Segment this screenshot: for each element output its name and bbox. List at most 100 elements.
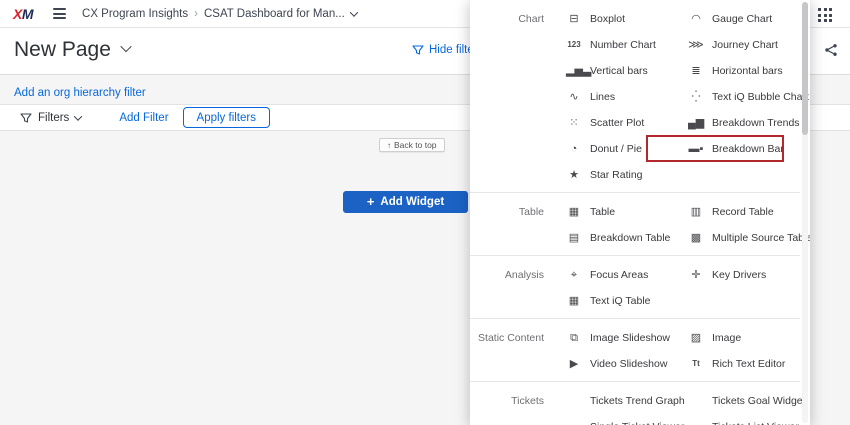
image-slideshow-icon: ⧉ xyxy=(566,333,582,344)
add-org-hierarchy-filter-link[interactable]: Add an org hierarchy filter xyxy=(14,87,146,99)
add-widget-button[interactable]: + Add Widget xyxy=(343,191,468,213)
add-filter-link[interactable]: Add Filter xyxy=(119,112,168,124)
xm-logo[interactable]: XM xyxy=(13,6,33,22)
widget-item-tickets-trend-graph[interactable]: Tickets Trend Graph xyxy=(558,388,680,414)
textiq-table-icon: ▦ xyxy=(566,296,582,307)
multiple-source-table-icon: ▩ xyxy=(688,233,704,244)
widget-item-breakdown-bar[interactable]: ▬▪Breakdown Bar xyxy=(680,136,802,162)
widget-item-tickets-goal-widget[interactable]: Tickets Goal Widget xyxy=(680,388,802,414)
back-to-top-button[interactable]: ↑ Back to top xyxy=(379,138,445,152)
widget-item-star-rating[interactable]: ★Star Rating xyxy=(558,162,680,188)
widget-item-tickets-list-viewer[interactable]: Tickets List Viewer xyxy=(680,414,802,425)
scatter-plot-icon: ⁙ xyxy=(566,118,582,129)
widget-item-label: Focus Areas xyxy=(590,269,648,281)
filters-label: Filters xyxy=(38,112,69,124)
widget-item-label: Video Slideshow xyxy=(590,358,667,370)
widget-item-text-iq-table[interactable]: ▦Text iQ Table xyxy=(558,288,680,314)
widget-item-scatter-plot[interactable]: ⁙Scatter Plot xyxy=(558,110,680,136)
menu-column: Tickets Trend GraphSingle Ticket Viewer xyxy=(558,388,680,425)
widget-item-label: Number Chart xyxy=(590,39,656,51)
widget-item-rich-text-editor[interactable]: TtRich Text Editor xyxy=(680,351,802,377)
widget-item-breakdown-trends[interactable]: ▄▆Breakdown Trends xyxy=(680,110,802,136)
widget-item-label: Horizontal bars xyxy=(712,65,783,77)
widget-item-label: Multiple Source Table xyxy=(712,232,810,244)
xm-logo-x: X xyxy=(13,6,22,22)
section-label: Tickets xyxy=(470,388,558,425)
widget-item-record-table[interactable]: ▥ Record Table xyxy=(680,199,802,225)
rich-text-editor-icon: Tt xyxy=(688,360,704,368)
menu-section-analysis: Analysis ⌖ Focus Areas ▦Text iQ Table✛Key D… xyxy=(470,256,800,319)
widget-item-key-drivers[interactable]: ✛Key Drivers xyxy=(680,262,802,288)
menu-column: ◠Gauge Chart⋙Journey Chart≣Horizontal ba… xyxy=(680,6,802,188)
page-title-chevron-icon[interactable] xyxy=(120,41,131,52)
widget-item-breakdown-table[interactable]: ▤Breakdown Table xyxy=(558,225,680,251)
widget-item-number-chart[interactable]: 123 Number Chart xyxy=(558,32,680,58)
section-items: ⧉Image Slideshow▶Video Slideshow▨ImageTt… xyxy=(558,325,802,377)
video-slideshow-icon: ▶ xyxy=(566,359,582,370)
widget-item-boxplot[interactable]: ⊟Boxplot xyxy=(558,6,680,32)
widget-item-donut-pie[interactable]: ◔ Donut / Pie xyxy=(558,136,680,162)
section-label: Analysis xyxy=(470,262,558,314)
lines-icon: ∿ xyxy=(566,92,582,103)
widget-item-label: Image Slideshow xyxy=(590,332,670,344)
hamburger-menu-icon[interactable] xyxy=(53,8,66,19)
widget-item-label: Donut / Pie xyxy=(590,143,642,155)
section-items: ⌖ Focus Areas ▦Text iQ Table✛Key Drivers xyxy=(558,262,802,314)
widget-item-table[interactable]: ▦Table xyxy=(558,199,680,225)
section-items: Tickets Trend GraphSingle Ticket ViewerT… xyxy=(558,388,802,425)
breakdown-trends-icon: ▄▆ xyxy=(688,118,704,129)
hide-filters-button[interactable]: Hide filter xyxy=(412,44,478,56)
filters-toggle[interactable]: Filters xyxy=(20,112,81,124)
menu-column: ▥ Record Table ▩Multiple Source Table xyxy=(680,199,802,251)
focus-areas-icon: ⌖ xyxy=(566,270,582,281)
plus-icon: + xyxy=(367,194,375,209)
donut-pie-icon: ◔ xyxy=(566,144,582,155)
widget-item-label: Record Table xyxy=(712,206,774,218)
widget-item-label: Tickets Trend Graph xyxy=(590,395,685,407)
widget-item-focus-areas[interactable]: ⌖ Focus Areas xyxy=(558,262,680,288)
menu-column: ▦Table▤Breakdown Table xyxy=(558,199,680,251)
widget-item-label: Tickets List Viewer xyxy=(712,421,799,425)
dashboard-page: XM CX Program Insights › CSAT Dashboard … xyxy=(0,0,850,425)
widget-menu-panel: Chart⊟Boxplot 123 Number Chart ▂▅▃Vertical … xyxy=(470,0,810,425)
menu-section-chart: Chart⊟Boxplot 123 Number Chart ▂▅▃Vertical … xyxy=(470,0,800,193)
widget-item-image[interactable]: ▨Image xyxy=(680,325,802,351)
menu-column: ⌖ Focus Areas ▦Text iQ Table xyxy=(558,262,680,314)
app-launcher-icon[interactable] xyxy=(818,8,832,22)
number-chart-icon: 123 xyxy=(566,41,582,49)
breadcrumb-current[interactable]: CSAT Dashboard for Man... xyxy=(204,8,345,20)
apply-filters-button[interactable]: Apply filters xyxy=(183,107,270,128)
share-icon[interactable] xyxy=(824,43,838,57)
widget-item-label: Key Drivers xyxy=(712,269,766,281)
widget-item-horizontal-bars[interactable]: ≣Horizontal bars xyxy=(680,58,802,84)
record-table-icon: ▥ xyxy=(688,207,704,218)
widget-item-text-iq-bubble-chart[interactable]: ⁛Text iQ Bubble Chart xyxy=(680,84,802,110)
widget-item-image-slideshow[interactable]: ⧉ Image Slideshow xyxy=(558,325,680,351)
section-label: Table xyxy=(470,199,558,251)
widget-item-multiple-source-table[interactable]: ▩Multiple Source Table xyxy=(680,225,802,251)
widget-item-label: Star Rating xyxy=(590,169,643,181)
widget-item-label: Text iQ Bubble Chart xyxy=(712,91,809,103)
widget-item-single-ticket-viewer[interactable]: Single Ticket Viewer xyxy=(558,414,680,425)
section-label: Chart xyxy=(470,6,558,188)
scrollbar-thumb[interactable] xyxy=(802,2,808,135)
menu-column: ▨ImageTtRich Text Editor xyxy=(680,325,802,377)
chevron-down-icon[interactable] xyxy=(350,8,358,16)
widget-item-video-slideshow[interactable]: ▶ Video Slideshow xyxy=(558,351,680,377)
widget-item-vertical-bars[interactable]: ▂▅▃Vertical bars xyxy=(558,58,680,84)
breadcrumb-root[interactable]: CX Program Insights xyxy=(82,8,188,20)
menu-column: ⧉ Image Slideshow ▶ Video Slideshow xyxy=(558,325,680,377)
table-icon: ▦ xyxy=(566,207,582,218)
widget-item-gauge-chart[interactable]: ◠Gauge Chart xyxy=(680,6,802,32)
breadcrumb: CX Program Insights › CSAT Dashboard for… xyxy=(82,8,357,20)
page-title: New Page xyxy=(14,38,130,62)
widget-menu-scrollbar[interactable] xyxy=(802,2,808,423)
widget-item-lines[interactable]: ∿Lines xyxy=(558,84,680,110)
add-widget-label: Add Widget xyxy=(380,196,444,208)
widget-item-journey-chart[interactable]: ⋙Journey Chart xyxy=(680,32,802,58)
back-to-top-label: Back to top xyxy=(394,140,437,150)
page-title-text: New Page xyxy=(14,38,111,62)
menu-section-table: Table▦Table▤Breakdown Table ▥ Record Table… xyxy=(470,193,800,256)
section-items: ⊟Boxplot123Number Chart▂▅▃Vertical bars∿… xyxy=(558,6,802,188)
widget-menu-sections: Chart⊟Boxplot 123 Number Chart ▂▅▃Vertical … xyxy=(470,0,800,425)
